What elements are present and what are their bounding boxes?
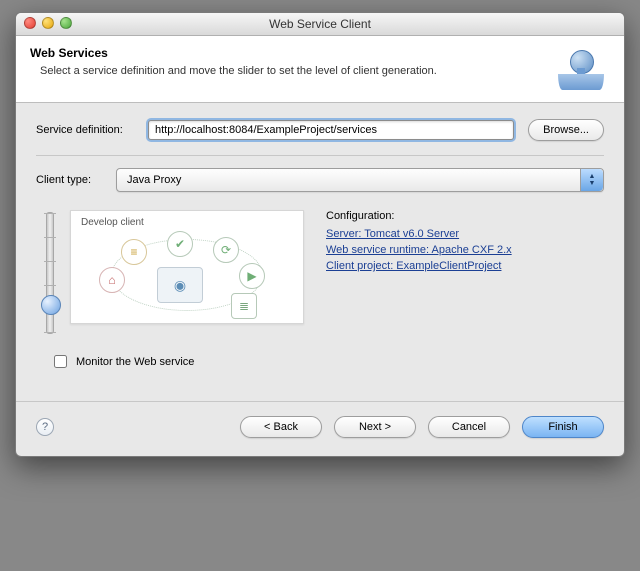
stage-icon: ▶ bbox=[239, 263, 265, 289]
service-definition-label: Service definition: bbox=[36, 124, 148, 136]
banner-description: Select a service definition and move the… bbox=[30, 64, 480, 79]
stage-illustration: Develop client ⌂ ≡ ✔ ⟳ ▶ ≣ ◉ bbox=[70, 210, 304, 324]
back-button[interactable]: < Back bbox=[240, 416, 322, 438]
stage-icon: ≣ bbox=[231, 293, 257, 319]
browse-button[interactable]: Browse... bbox=[528, 119, 604, 141]
configuration-heading: Configuration: bbox=[326, 210, 512, 222]
client-type-select[interactable]: Java Proxy ▲▼ bbox=[116, 168, 604, 192]
minimize-icon[interactable] bbox=[42, 17, 54, 29]
client-type-value: Java Proxy bbox=[127, 174, 181, 186]
titlebar: Web Service Client bbox=[16, 13, 624, 36]
client-project-link[interactable]: Client project: ExampleClientProject bbox=[326, 260, 512, 272]
stage-icon: ⌂ bbox=[99, 267, 125, 293]
monitor-checkbox[interactable] bbox=[54, 355, 67, 368]
client-type-label: Client type: bbox=[36, 174, 116, 186]
stage-icon: ⟳ bbox=[213, 237, 239, 263]
wizard-banner: Web Services Select a service definition… bbox=[16, 36, 624, 103]
next-button[interactable]: Next > bbox=[334, 416, 416, 438]
zoom-icon[interactable] bbox=[60, 17, 72, 29]
stage-center-icon: ◉ bbox=[157, 267, 203, 303]
help-icon[interactable]: ? bbox=[36, 418, 54, 436]
select-arrows-icon: ▲▼ bbox=[580, 169, 603, 191]
finish-button[interactable]: Finish bbox=[522, 416, 604, 438]
monitor-label: Monitor the Web service bbox=[76, 356, 194, 368]
stage-label: Develop client bbox=[81, 217, 144, 228]
runtime-link[interactable]: Web service runtime: Apache CXF 2.x bbox=[326, 244, 512, 256]
cancel-button[interactable]: Cancel bbox=[428, 416, 510, 438]
wizard-window: Web Service Client Web Services Select a… bbox=[15, 12, 625, 457]
generation-level-slider[interactable] bbox=[46, 212, 54, 334]
stage-icon: ✔ bbox=[167, 231, 193, 257]
close-icon[interactable] bbox=[24, 17, 36, 29]
web-service-stamp-icon bbox=[552, 48, 610, 90]
window-title: Web Service Client bbox=[16, 17, 624, 31]
stage-icon: ≡ bbox=[121, 239, 147, 265]
divider bbox=[36, 155, 604, 156]
banner-heading: Web Services bbox=[30, 46, 544, 60]
slider-thumb[interactable] bbox=[41, 295, 61, 315]
service-definition-input[interactable] bbox=[148, 120, 514, 140]
server-link[interactable]: Server: Tomcat v6.0 Server bbox=[326, 228, 512, 240]
